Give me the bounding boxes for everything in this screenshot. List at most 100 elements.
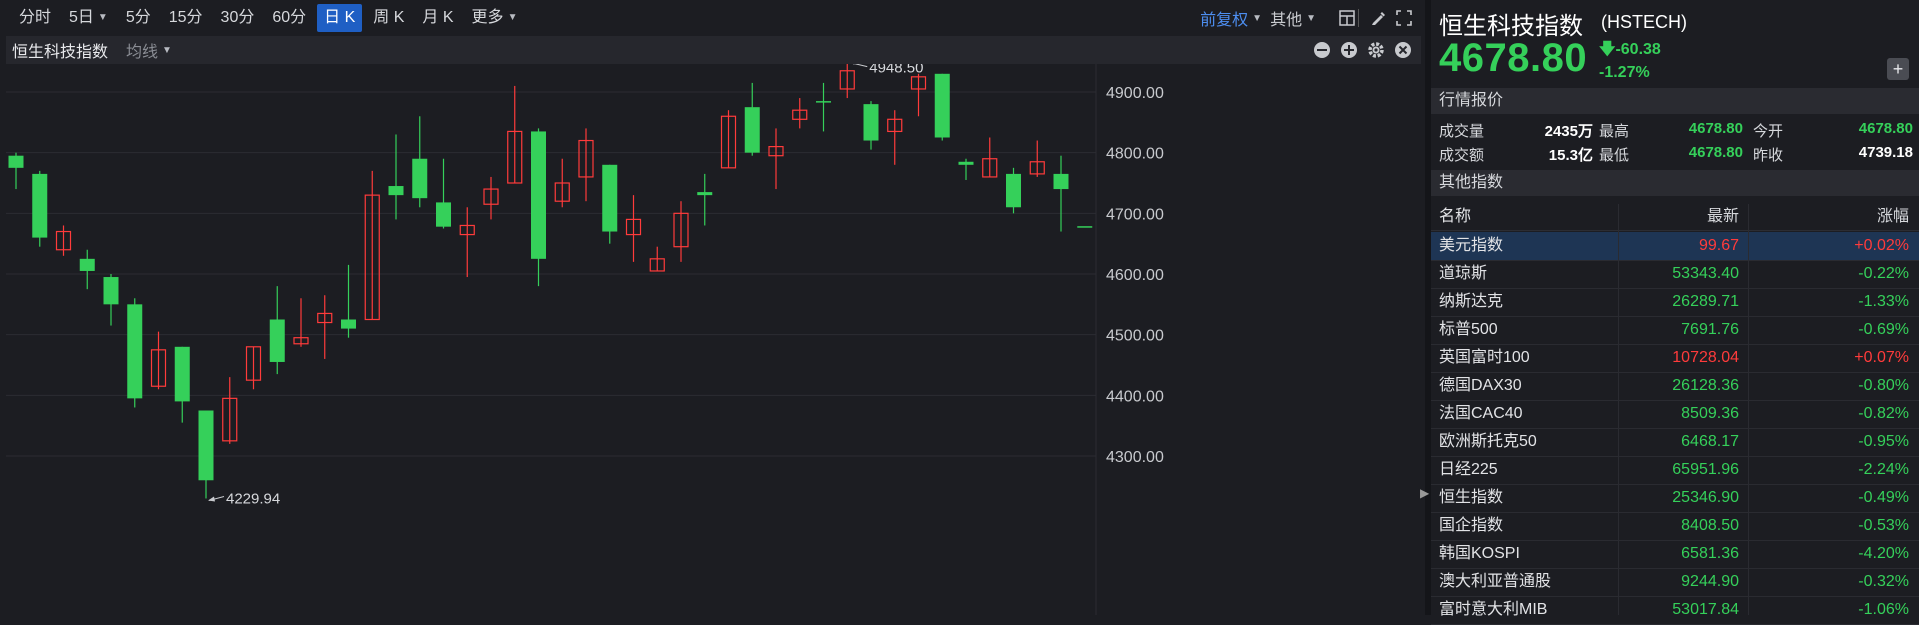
candle-body (198, 410, 214, 481)
candle-body (8, 155, 24, 168)
amount-value: 15.3亿 (1548, 147, 1593, 164)
period-tab-label: 更多 (471, 9, 504, 26)
index-row-name: 德国DAX30 (1439, 377, 1522, 394)
index-row-change: -0.22% (1858, 265, 1909, 282)
volume-value: 2435万 (1544, 123, 1593, 140)
period-tab[interactable]: 60分 (265, 4, 313, 32)
y-tick-label: 4500.00 (1106, 328, 1164, 345)
table-row[interactable]: 标普500 7691.76 -0.69% (1431, 316, 1919, 345)
collapse-arrow-icon[interactable]: ▶ (1420, 486, 1430, 504)
index-row-change: +0.07% (1854, 349, 1909, 366)
index-row-change: -0.82% (1858, 405, 1909, 422)
candle-body (412, 158, 428, 199)
low-annotation-arrowhead (208, 496, 215, 502)
period-tab[interactable]: 日 K (317, 4, 363, 32)
gear-icon[interactable] (1366, 40, 1386, 60)
period-tab[interactable]: 5分 (119, 4, 158, 32)
table-row[interactable]: 英国富时100 10728.04 +0.07% (1431, 344, 1919, 373)
table-row[interactable]: 德国DAX30 26128.36 -0.80% (1431, 372, 1919, 401)
y-tick-label: 4700.00 (1106, 206, 1164, 223)
high-label: 最高 (1599, 123, 1630, 140)
table-row[interactable]: 欧洲斯托克50 6468.17 -0.95% (1431, 428, 1919, 457)
index-row-name: 日经225 (1439, 461, 1498, 478)
pen-draw-icon[interactable] (1369, 9, 1387, 27)
chevron-down-icon: ▼ (1306, 12, 1316, 24)
table-row[interactable]: 日经225 65951.96 -2.24% (1431, 456, 1919, 485)
quote-row: 成交额 15.3亿 最低 4678.80 昨收 4739.18 (1431, 142, 1919, 165)
fullscreen-icon[interactable] (1395, 9, 1413, 27)
other-dropdown[interactable]: 其他 ▼ (1270, 6, 1316, 30)
table-row[interactable]: 纳斯达克 26289.71 -1.33% (1431, 288, 1919, 317)
add-watchlist-button[interactable]: + (1887, 58, 1909, 80)
index-row-name: 韩国KOSPI (1439, 545, 1520, 562)
index-row-name: 法国CAC40 (1439, 405, 1523, 422)
other-label: 其他 (1270, 12, 1303, 29)
index-row-last: 9244.90 (1681, 573, 1739, 590)
table-row[interactable]: 韩国KOSPI 6581.36 -4.20% (1431, 540, 1919, 569)
chevron-down-icon: ▼ (507, 12, 518, 23)
index-row-last: 10728.04 (1672, 349, 1739, 366)
candle-body (958, 161, 974, 165)
candle-body (934, 73, 950, 138)
candle-body (341, 319, 356, 329)
table-row[interactable]: 国企指数 8408.50 -0.53% (1431, 512, 1919, 541)
col-name-header: 名称 (1439, 208, 1472, 225)
kline-chart[interactable]: 4900.00 4800.00 4700.00 4600.00 4500.00 4400.… (6, 36, 1421, 615)
kline-chart-area[interactable]: 4900.00 4800.00 4700.00 4600.00 4500.00 4400.… (6, 36, 1421, 615)
layout-grid-icon[interactable] (1338, 9, 1356, 27)
index-row-change: -0.32% (1858, 573, 1909, 590)
table-row[interactable]: 法国CAC40 8509.36 -0.82% (1431, 400, 1919, 429)
quote-grid: 成交量 2435万 最高 4678.80 今开 4678.80 成交额 15.3… (1431, 118, 1919, 164)
chevron-down-icon: ▼ (1252, 12, 1263, 24)
prev-close-value: 4739.18 (1858, 144, 1913, 161)
period-tabs: 分时 5日 ▼ 5分 15分 30分 60分日 K周 K月 K 更多 ▼ (8, 4, 524, 32)
high-value: 4678.80 (1688, 120, 1743, 137)
period-tab[interactable]: 5日 ▼ (62, 4, 115, 32)
candle-body (816, 101, 831, 103)
open-value: 4678.80 (1858, 120, 1913, 137)
candle-body (1006, 173, 1021, 208)
adjust-dropdown[interactable]: 前复权 ▼ (1200, 6, 1262, 30)
arrow-down-icon: 🡇 (1599, 41, 1616, 58)
period-tab[interactable]: 15分 (162, 4, 210, 32)
table-row[interactable]: 美元指数 99.67 +0.02% (1431, 232, 1919, 261)
low-value: 4678.80 (1688, 144, 1743, 161)
candle-body (697, 192, 713, 196)
table-row[interactable]: 富时意大利MIB 53017.84 -1.06% (1431, 596, 1919, 625)
last-price: 4678.80 (1439, 36, 1588, 80)
y-tick-label: 4900.00 (1106, 85, 1164, 102)
chevron-down-icon: ▼ (97, 12, 108, 23)
index-row-change: -0.53% (1858, 517, 1909, 534)
index-row-change: -4.20% (1858, 545, 1909, 562)
index-row-change: -0.80% (1858, 377, 1909, 394)
period-tab[interactable]: 30分 (214, 4, 262, 32)
toolbar-right: 前复权 ▼ 其他 ▼ (1200, 0, 1413, 36)
table-row[interactable]: 道琼斯 53343.40 -0.22% (1431, 260, 1919, 289)
ma-dropdown[interactable]: 均线 ▼ (126, 38, 172, 62)
zoom-out-icon[interactable] (1312, 40, 1332, 60)
period-tab-label: 分时 (19, 9, 52, 26)
zoom-in-icon[interactable] (1339, 40, 1359, 60)
period-tab[interactable]: 月 K (415, 4, 460, 32)
indices-table-header: 名称 最新 涨幅 (1431, 204, 1919, 231)
index-row-last: 7691.76 (1681, 321, 1739, 338)
price-change: 🡇-60.38 (1599, 38, 1661, 65)
other-indices-title: 其他指数 (1431, 170, 1919, 196)
chart-header-icons (1305, 40, 1413, 60)
table-row[interactable]: 澳大利亚普通股 9244.90 -0.32% (1431, 568, 1919, 597)
table-row[interactable]: 恒生指数 25346.90 -0.49% (1431, 484, 1919, 513)
index-row-last: 6581.36 (1681, 545, 1739, 562)
close-icon[interactable] (1393, 40, 1413, 60)
index-row-name: 澳大利亚普通股 (1439, 573, 1552, 590)
period-tab[interactable]: 分时 (12, 4, 58, 32)
candle-body (32, 173, 48, 238)
prev-close-label: 昨收 (1753, 147, 1784, 164)
period-tab[interactable]: 周 K (366, 4, 411, 32)
chart-toolbar: 分时 5日 ▼ 5分 15分 30分 60分日 K周 K月 K 更多 ▼ 前复权 ▼ 其他 ▼ (0, 0, 1425, 36)
quote-section-title: 行情报价 (1431, 88, 1919, 114)
candle-body (79, 258, 95, 271)
period-tab-label: 周 K (373, 9, 405, 26)
period-tab[interactable]: 更多 ▼ (465, 4, 525, 32)
index-row-change: -0.95% (1858, 433, 1909, 450)
y-tick-label: 4400.00 (1106, 388, 1164, 405)
